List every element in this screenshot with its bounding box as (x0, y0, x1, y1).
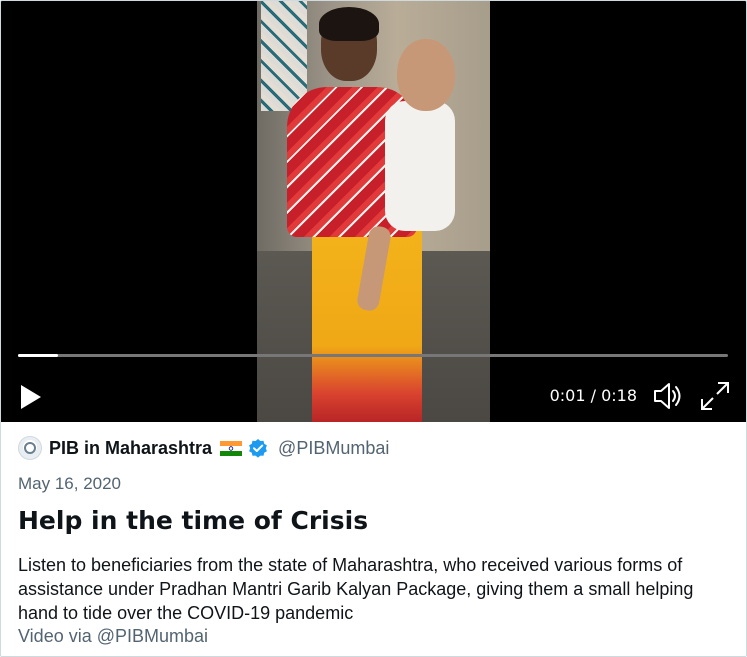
video-progress-fill (18, 354, 58, 357)
author-row[interactable]: PIB in Maharashtra @PIBMumbai (18, 436, 389, 460)
tweet-info: PIB in Maharashtra @PIBMumbai May 16, 20… (1, 422, 746, 656)
play-button[interactable] (17, 382, 45, 412)
video-woman-hair (319, 7, 379, 41)
video-curtain (261, 1, 307, 111)
video-frame (257, 1, 490, 422)
video-progress-bar[interactable] (18, 354, 728, 357)
volume-button[interactable] (652, 379, 686, 413)
video-child-body (385, 101, 455, 231)
video-via-link[interactable]: Video via @PIBMumbai (18, 626, 208, 647)
verified-badge-icon (249, 439, 267, 458)
author-name[interactable]: PIB in Maharashtra (49, 438, 212, 459)
play-icon (21, 385, 41, 409)
video-child-head (397, 39, 455, 111)
video-time-display: 0:01 / 0:18 (549, 386, 637, 405)
post-description: Listen to beneficiaries from the state o… (18, 555, 694, 623)
avatar[interactable] (18, 436, 42, 460)
video-tweet-card: 0:01 / 0:18 PIB in Maharashtra @PIBMumba… (0, 0, 747, 657)
volume-icon (654, 383, 681, 409)
fullscreen-button[interactable] (698, 379, 732, 413)
post-date[interactable]: May 16, 2020 (18, 474, 121, 494)
author-handle[interactable]: @PIBMumbai (278, 438, 389, 459)
fullscreen-icon (701, 382, 729, 410)
video-player[interactable]: 0:01 / 0:18 (1, 1, 746, 422)
india-flag-icon (220, 440, 243, 456)
post-title: Help in the time of Crisis (18, 506, 369, 535)
